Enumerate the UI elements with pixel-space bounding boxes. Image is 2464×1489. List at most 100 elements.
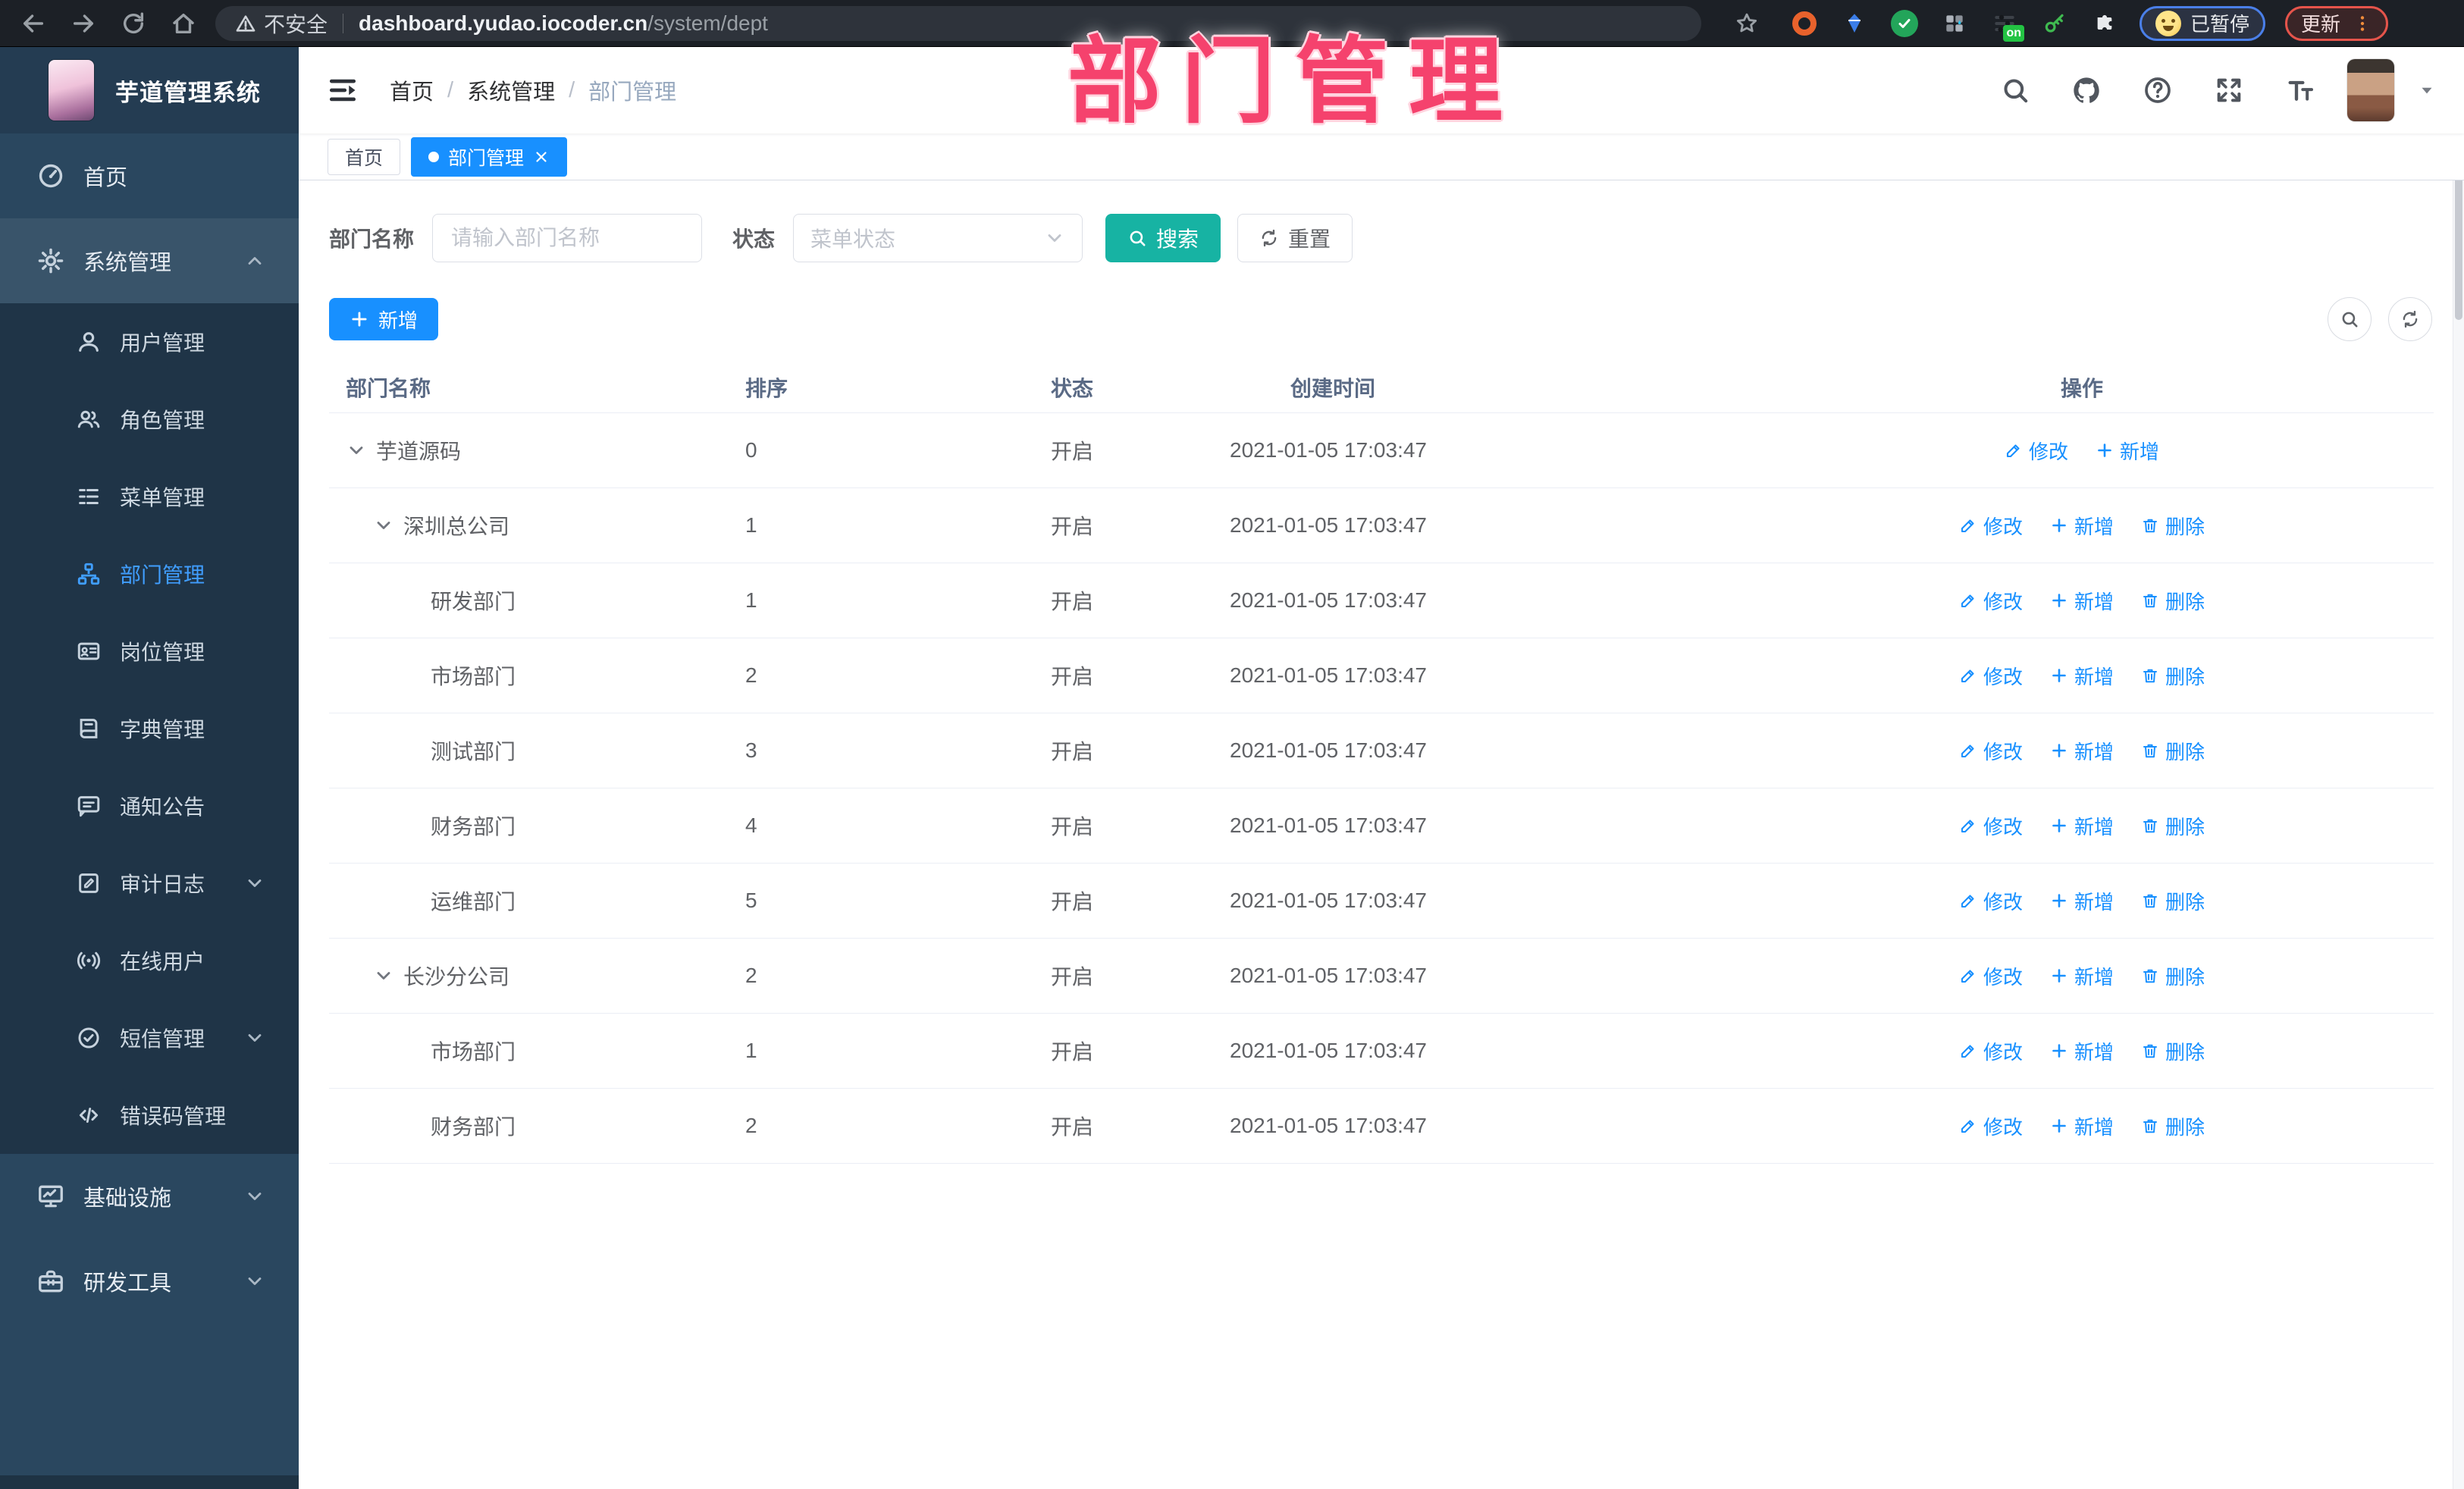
row-edit-link[interactable]: 修改 [1959, 1037, 2023, 1065]
sidebar-item-sms-management[interactable]: 短信管理 [0, 999, 299, 1077]
row-delete-link[interactable]: 删除 [2141, 1112, 2205, 1140]
fullscreen-button[interactable] [2205, 66, 2253, 114]
app-window: 芋道管理系统 首页 系统管理 用户管理 角色管理 菜单管理 部门管理 岗位管理 字典管理 通知公… [0, 47, 2464, 1489]
reset-button[interactable]: 重置 [1237, 214, 1353, 262]
app-logo[interactable]: 芋道管理系统 [0, 47, 299, 133]
forward-button[interactable] [64, 5, 103, 42]
extensions-menu-button[interactable] [2089, 8, 2120, 39]
sidebar-item-error-code-management[interactable]: 错误码管理 [0, 1077, 299, 1154]
user-avatar[interactable] [2347, 59, 2394, 121]
extension-key-button[interactable] [2039, 8, 2070, 39]
status-cell: 开启 [1051, 590, 1094, 613]
page-scrollbar[interactable] [2453, 47, 2464, 1489]
row-edit-link[interactable]: 修改 [1959, 1112, 2023, 1140]
expand-row-icon[interactable] [346, 440, 367, 461]
sidebar-item-notice[interactable]: 通知公告 [0, 767, 299, 845]
reload-button[interactable] [114, 5, 153, 42]
row-edit-link[interactable]: 修改 [1959, 737, 2023, 765]
breadcrumb-item[interactable]: 首页 [390, 74, 434, 106]
row-edit-link[interactable]: 修改 [1959, 662, 2023, 690]
extension-grid-button[interactable] [1939, 8, 1970, 39]
sidebar-item-dev-tools[interactable]: 研发工具 [0, 1239, 299, 1324]
sidebar-item-infrastructure[interactable]: 基础设施 [0, 1154, 299, 1239]
security-warning[interactable]: 不安全 [235, 8, 328, 39]
row-edit-link[interactable]: 修改 [1959, 962, 2023, 990]
breadcrumb-item[interactable]: 系统管理 [467, 74, 555, 106]
github-link[interactable] [2062, 66, 2111, 114]
home-button[interactable] [164, 5, 203, 42]
sidebar-item-online-user[interactable]: 在线用户 [0, 922, 299, 999]
caret-down-icon[interactable] [2417, 80, 2437, 100]
row-add-link[interactable]: 新增 [2050, 1112, 2114, 1140]
blue-gem-icon [1842, 11, 1867, 36]
browser-profile-chip[interactable]: 已暂停 [2140, 5, 2266, 41]
browser-update-button[interactable]: 更新 [2285, 5, 2389, 41]
toggle-search-button[interactable] [2328, 297, 2372, 341]
sidebar-toggle-icon[interactable] [326, 74, 359, 107]
sidebar-item-post-management[interactable]: 岗位管理 [0, 613, 299, 690]
row-edit-link[interactable]: 修改 [1959, 812, 2023, 840]
action-label: 删除 [2165, 1040, 2205, 1064]
row-delete-link[interactable]: 删除 [2141, 1037, 2205, 1065]
back-button[interactable] [14, 5, 53, 42]
extension-green-button[interactable] [1889, 8, 1920, 39]
row-add-link[interactable]: 新增 [2050, 737, 2114, 765]
font-size-button[interactable] [2276, 66, 2324, 114]
row-delete-link[interactable]: 删除 [2141, 512, 2205, 540]
header-search-button[interactable] [1991, 66, 2039, 114]
row-delete-link[interactable]: 删除 [2141, 587, 2205, 615]
row-add-link[interactable]: 新增 [2050, 662, 2114, 690]
sidebar-item-menu-management[interactable]: 菜单管理 [0, 458, 299, 535]
row-add-link[interactable]: 新增 [2050, 812, 2114, 840]
expand-row-icon[interactable] [373, 965, 394, 986]
address-bar[interactable]: 不安全 dashboard.yudao.iocoder.cn/system/de… [215, 5, 1701, 41]
plus-icon [2050, 666, 2068, 685]
extension-orange-button[interactable] [1789, 8, 1820, 39]
row-edit-link[interactable]: 修改 [1959, 512, 2023, 540]
close-icon[interactable] [533, 149, 550, 165]
sidebar-item-label: 字典管理 [120, 718, 205, 741]
row-edit-link[interactable]: 修改 [2005, 437, 2068, 465]
row-edit-link[interactable]: 修改 [1959, 887, 2023, 915]
row-add-link[interactable]: 新增 [2050, 587, 2114, 615]
sidebar-item-home[interactable]: 首页 [0, 133, 299, 218]
sidebar-item-dict-management[interactable]: 字典管理 [0, 690, 299, 767]
sidebar-item-label: 角色管理 [120, 409, 205, 432]
row-delete-link[interactable]: 删除 [2141, 812, 2205, 840]
dept-name-input[interactable] [432, 214, 703, 262]
status-select[interactable]: 菜单状态 [793, 214, 1083, 262]
row-add-link[interactable]: 新增 [2050, 512, 2114, 540]
row-edit-link[interactable]: 修改 [1959, 587, 2023, 615]
search-button[interactable]: 搜索 [1105, 214, 1221, 262]
row-add-link[interactable]: 新增 [2096, 437, 2159, 465]
bookmark-button[interactable] [1727, 5, 1766, 42]
help-button[interactable] [2133, 66, 2182, 114]
tab-home[interactable]: 首页 [328, 138, 401, 175]
sms-check-icon [76, 1025, 102, 1051]
action-label: 新增 [2074, 965, 2114, 989]
row-add-link[interactable]: 新增 [2050, 887, 2114, 915]
row-delete-link[interactable]: 删除 [2141, 737, 2205, 765]
actions-cell: 修改 新增 删除 [1730, 1112, 2434, 1140]
row-delete-link[interactable]: 删除 [2141, 887, 2205, 915]
expand-row-icon[interactable] [373, 515, 394, 536]
plus-icon [2050, 741, 2068, 760]
chevron-down-icon [244, 1271, 265, 1292]
sidebar-item-user-management[interactable]: 用户管理 [0, 303, 299, 381]
pencil-icon [1959, 666, 1977, 685]
row-delete-link[interactable]: 删除 [2141, 662, 2205, 690]
sidebar-item-system-management[interactable]: 系统管理 [0, 218, 299, 303]
add-button[interactable]: 新增 [329, 298, 439, 340]
refresh-table-button[interactable] [2388, 297, 2432, 341]
sidebar-item-dept-management[interactable]: 部门管理 [0, 535, 299, 613]
sidebar-item-label: 研发工具 [83, 1271, 172, 1296]
sidebar-item-audit-log[interactable]: 审计日志 [0, 845, 299, 922]
sidebar-item-role-management[interactable]: 角色管理 [0, 381, 299, 458]
row-add-link[interactable]: 新增 [2050, 1037, 2114, 1065]
tab-dept-management[interactable]: 部门管理 [411, 136, 568, 177]
extension-gem-button[interactable] [1839, 8, 1870, 39]
refresh-icon [1259, 228, 1279, 248]
row-delete-link[interactable]: 删除 [2141, 962, 2205, 990]
row-add-link[interactable]: 新增 [2050, 962, 2114, 990]
extension-sliders-button[interactable]: on [1989, 8, 2024, 42]
